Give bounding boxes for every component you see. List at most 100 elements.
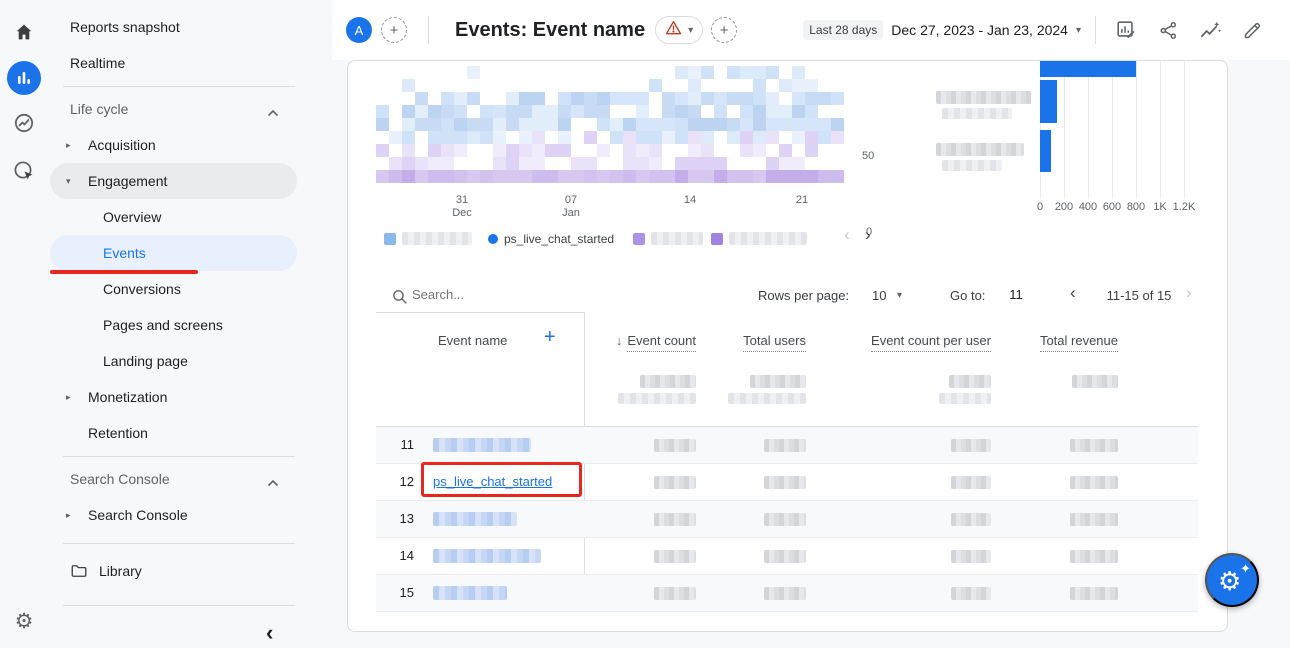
redacted-bar-label bbox=[936, 91, 1031, 104]
redacted-metric-value bbox=[1070, 587, 1118, 600]
edit-report-icon[interactable] bbox=[1114, 18, 1138, 42]
redacted-total-subtext bbox=[728, 393, 806, 404]
redacted-metric-value bbox=[654, 476, 696, 489]
sidebar-section-search-console[interactable]: Search Console bbox=[50, 461, 297, 497]
event-name-link[interactable]: ps_live_chat_started bbox=[433, 474, 552, 489]
sidebar-divider bbox=[63, 605, 295, 606]
redacted-bar-sublabel bbox=[942, 108, 1012, 119]
redacted-total bbox=[1072, 375, 1118, 388]
redacted-total-subtext bbox=[618, 393, 696, 404]
sidebar-item-engagement[interactable]: ▾Engagement bbox=[50, 163, 297, 199]
table-search-input[interactable] bbox=[412, 282, 632, 306]
sidebar-item-pages-and-screens[interactable]: Pages and screens bbox=[50, 307, 297, 343]
page-title: Events: Event name bbox=[455, 19, 645, 42]
date-range-preset-badge: Last 28 days bbox=[803, 20, 883, 40]
legend-next-icon[interactable]: › bbox=[865, 225, 871, 245]
warning-triangle-icon bbox=[665, 20, 682, 40]
bar[interactable] bbox=[1040, 80, 1057, 123]
column-header-event-count-per-user[interactable]: Event count per user bbox=[871, 333, 991, 348]
row-number: 14 bbox=[376, 548, 414, 563]
legend-swatch bbox=[384, 233, 396, 245]
sidebar-item-conversions[interactable]: Conversions bbox=[50, 271, 297, 307]
column-header-event-count[interactable]: ↓Event count bbox=[616, 333, 696, 348]
topbar-divider bbox=[1095, 16, 1096, 44]
redacted-metric-value bbox=[951, 476, 991, 489]
column-header-total-users[interactable]: Total users bbox=[743, 333, 806, 348]
add-column-icon[interactable]: + bbox=[544, 326, 556, 349]
table-row: 15 bbox=[376, 575, 1198, 612]
collapse-up-icon[interactable] bbox=[267, 104, 279, 120]
rows-per-page-value[interactable]: 10 bbox=[872, 288, 886, 303]
chevron-down-icon[interactable]: ▾ bbox=[897, 290, 902, 301]
add-metric-button[interactable]: + bbox=[711, 17, 737, 43]
add-comparison-button[interactable]: + bbox=[381, 17, 407, 43]
bar[interactable] bbox=[1040, 130, 1051, 172]
previous-page-icon[interactable]: ‹ bbox=[1070, 283, 1076, 303]
sidebar-item-retention[interactable]: Retention bbox=[50, 415, 297, 451]
data-quality-warning-pill[interactable]: ▾ bbox=[655, 16, 703, 44]
redacted-metric-value bbox=[1070, 513, 1118, 526]
row-number: 15 bbox=[376, 585, 414, 600]
bar[interactable] bbox=[1040, 60, 1136, 77]
legend-prev-icon[interactable]: ‹ bbox=[844, 225, 850, 245]
expand-down-icon: ▾ bbox=[66, 176, 71, 187]
sidebar-item-landing-page[interactable]: Landing page bbox=[50, 343, 297, 379]
column-header-total-revenue[interactable]: Total revenue bbox=[1040, 333, 1118, 348]
sidebar-item-monetization[interactable]: ▸Monetization bbox=[50, 379, 297, 415]
column-header-event-name[interactable]: Event name bbox=[438, 333, 507, 348]
redacted-metric-value bbox=[951, 587, 991, 600]
redacted-metric-value bbox=[951, 439, 991, 452]
account-avatar[interactable]: A bbox=[346, 17, 372, 43]
table-row: 12ps_live_chat_started bbox=[376, 464, 1198, 501]
sidebar-item-realtime[interactable]: Realtime bbox=[50, 45, 297, 81]
goto-page-input[interactable] bbox=[998, 282, 1034, 306]
share-icon[interactable] bbox=[1156, 18, 1180, 42]
redacted-metric-value bbox=[764, 513, 806, 526]
topbar-divider bbox=[428, 16, 429, 44]
sparkle-icon: ✦ bbox=[1240, 561, 1251, 577]
chevron-down-icon[interactable]: ▾ bbox=[1076, 25, 1081, 36]
legend-swatch bbox=[711, 233, 723, 245]
search-icon bbox=[391, 288, 408, 310]
admin-gear-icon[interactable]: ⚙ bbox=[15, 609, 34, 634]
table-header-row: Event name + ↓Event count Total users Ev… bbox=[376, 313, 1198, 361]
redacted-event-name bbox=[433, 438, 531, 452]
sidebar-item-acquisition[interactable]: ▸Acquisition bbox=[50, 127, 297, 163]
collapse-sidebar-icon[interactable]: ‹ bbox=[266, 620, 273, 646]
bar-gridline bbox=[1088, 61, 1089, 199]
events-red-underline-annotation bbox=[50, 270, 198, 274]
table-row: 13 bbox=[376, 501, 1198, 538]
date-range-text[interactable]: Dec 27, 2023 - Jan 23, 2024 bbox=[891, 22, 1068, 38]
legend-label-ps-live-chat-started[interactable]: ps_live_chat_started bbox=[504, 232, 614, 246]
bar-gridline bbox=[1040, 61, 1041, 199]
bar-gridline bbox=[1064, 61, 1065, 199]
reports-icon[interactable] bbox=[7, 61, 41, 95]
sidebar-item-overview[interactable]: Overview bbox=[50, 199, 297, 235]
redacted-metric-value bbox=[764, 476, 806, 489]
redacted-total-subtext bbox=[939, 393, 991, 404]
advertising-icon[interactable] bbox=[10, 157, 38, 185]
left-icon-rail: ⚙ bbox=[0, 0, 48, 648]
sidebar-item-events[interactable]: Events bbox=[50, 235, 297, 271]
redacted-metric-value bbox=[951, 550, 991, 563]
row-number: 13 bbox=[376, 511, 414, 526]
redacted-bar-sublabel bbox=[942, 160, 1002, 171]
explore-icon[interactable] bbox=[10, 109, 38, 137]
home-icon[interactable] bbox=[10, 18, 38, 46]
line-chart-mosaic bbox=[376, 66, 849, 186]
table-totals-row bbox=[376, 361, 1198, 427]
redacted-event-name bbox=[433, 512, 517, 526]
redacted-metric-value bbox=[764, 439, 806, 452]
sidebar-section-life-cycle[interactable]: Life cycle bbox=[50, 91, 297, 127]
next-page-icon[interactable]: › bbox=[1186, 283, 1192, 303]
sidebar-item-reports-snapshot[interactable]: Reports snapshot bbox=[50, 9, 297, 45]
collapse-up-icon[interactable] bbox=[267, 474, 279, 490]
insights-icon[interactable] bbox=[1198, 18, 1222, 42]
sidebar-item-library[interactable]: Library bbox=[50, 553, 297, 589]
sidebar-item-search-console[interactable]: ▸Search Console bbox=[50, 497, 297, 533]
redacted-metric-value bbox=[654, 550, 696, 563]
edit-icon[interactable] bbox=[1240, 18, 1264, 42]
bar-gridline bbox=[1160, 61, 1161, 199]
redacted-legend-label bbox=[651, 232, 703, 245]
customize-report-fab[interactable]: ⚙ ✦ bbox=[1205, 553, 1259, 607]
